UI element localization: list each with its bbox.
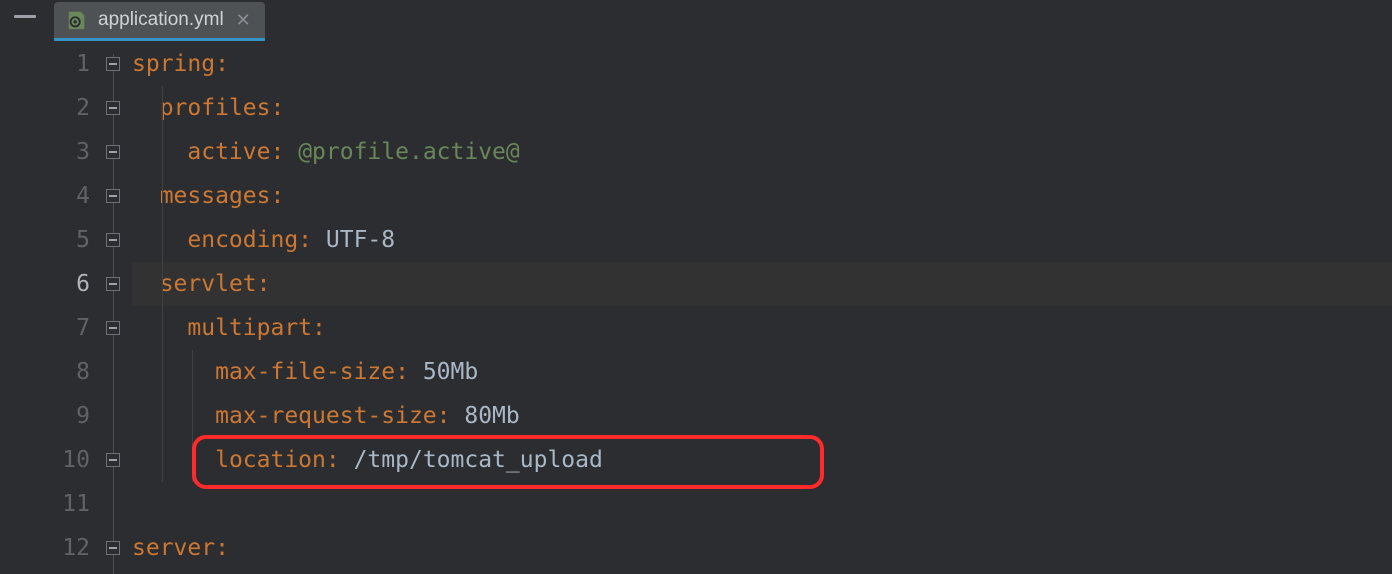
- fold-toggle-icon[interactable]: [106, 145, 120, 159]
- line-number: 12: [48, 526, 90, 570]
- line-number: 1: [48, 42, 90, 86]
- line-number: 11: [48, 482, 90, 526]
- tab-application-yml[interactable]: application.yml ✕: [54, 2, 265, 38]
- line-number: 10: [48, 438, 90, 482]
- tab-label: application.yml: [98, 9, 224, 31]
- fold-toggle-icon[interactable]: [106, 277, 120, 291]
- line-number: 9: [48, 394, 90, 438]
- code-area[interactable]: spring: profiles: active: @profile.activ…: [132, 42, 1392, 574]
- fold-gutter: [104, 42, 132, 574]
- code-line: active: @profile.active@: [132, 130, 1392, 174]
- line-number: 6: [48, 262, 90, 306]
- code-line: [132, 482, 1392, 526]
- code-line: server:: [132, 526, 1392, 570]
- code-line: profiles:: [132, 86, 1392, 130]
- fold-toggle-icon[interactable]: [106, 57, 120, 71]
- fold-toggle-icon[interactable]: [106, 189, 120, 203]
- code-line: spring:: [132, 42, 1392, 86]
- code-line: max-file-size: 50Mb: [132, 350, 1392, 394]
- fold-toggle-icon[interactable]: [106, 453, 120, 467]
- close-tab-icon[interactable]: ✕: [234, 10, 251, 31]
- fold-toggle-icon[interactable]: [106, 101, 120, 115]
- line-number: 8: [48, 350, 90, 394]
- code-line: max-request-size: 80Mb: [132, 394, 1392, 438]
- line-number: 3: [48, 130, 90, 174]
- line-number: 5: [48, 218, 90, 262]
- code-line: encoding: UTF-8: [132, 218, 1392, 262]
- code-line: servlet:: [132, 262, 1392, 306]
- fold-toggle-icon[interactable]: [106, 321, 120, 335]
- line-number: 2: [48, 86, 90, 130]
- yaml-file-icon: [66, 9, 88, 31]
- line-number-gutter: 1 2 3 4 5 6 7 8 9 10 11 12: [48, 42, 104, 574]
- line-number: 7: [48, 306, 90, 350]
- code-editor[interactable]: 1 2 3 4 5 6 7 8 9 10 11 12 spring: profi…: [0, 42, 1392, 574]
- editor-tabs: application.yml ✕: [0, 2, 1392, 38]
- code-line: multipart:: [132, 306, 1392, 350]
- fold-toggle-icon[interactable]: [106, 541, 120, 555]
- fold-toggle-icon[interactable]: [106, 233, 120, 247]
- code-line: messages:: [132, 174, 1392, 218]
- line-number: 4: [48, 174, 90, 218]
- code-line: location: /tmp/tomcat_upload: [132, 438, 1392, 482]
